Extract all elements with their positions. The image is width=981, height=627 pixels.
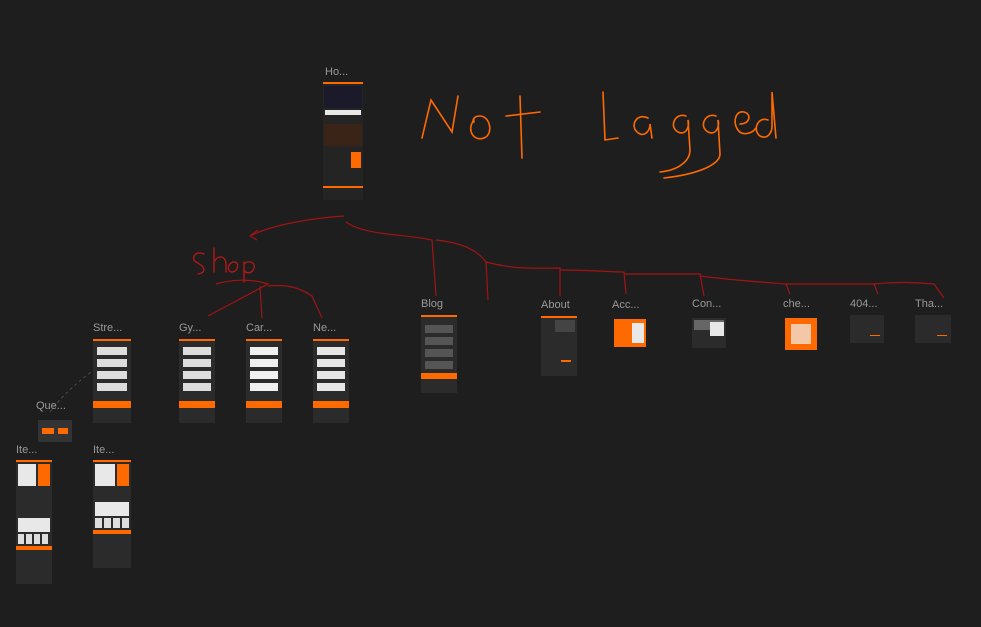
frame-thumbnail xyxy=(16,460,52,584)
frame-thumbnail xyxy=(692,318,726,348)
frame-label: Con... xyxy=(692,298,722,310)
frame-thumbnail xyxy=(313,339,349,423)
frame-thumbnail xyxy=(785,318,817,350)
flow-connectors xyxy=(207,215,945,319)
frame-label: Ite... xyxy=(16,444,38,456)
frame-thumbnail xyxy=(850,315,884,343)
frame-label: Blog xyxy=(421,298,444,310)
design-canvas[interactable]: Ho... Blog About Acc... Con... che... 40… xyxy=(0,0,981,627)
shop-scribble xyxy=(192,247,256,283)
frame-label: che... xyxy=(783,298,810,310)
frame-thumbnail xyxy=(915,315,951,343)
annotation-layer xyxy=(49,91,945,413)
frame-label: Tha... xyxy=(915,298,944,310)
frame-label: Ite... xyxy=(93,444,115,456)
frame-label: Ho... xyxy=(325,66,349,78)
frame-thumbnail xyxy=(38,420,72,442)
frame-thumbnail xyxy=(93,339,131,423)
frame-label: Acc... xyxy=(612,299,640,311)
frame-label: 404... xyxy=(850,298,878,310)
frame-label: Stre... xyxy=(93,322,123,334)
frame-label: Ne... xyxy=(313,322,337,334)
frame-thumbnail xyxy=(614,319,646,347)
frame-thumbnail xyxy=(93,460,131,568)
frame-thumbnail xyxy=(179,339,215,423)
frame-thumbnail xyxy=(246,339,282,423)
frame-label: Car... xyxy=(246,322,273,334)
frame-thumbnail xyxy=(421,315,457,393)
frame-label: Gy... xyxy=(179,322,202,334)
frame-thumbnail xyxy=(541,316,577,376)
frame-label: Que... xyxy=(36,400,66,412)
frame-label: About xyxy=(541,299,570,311)
frame-thumbnail xyxy=(323,82,363,200)
not-lagged-scribble xyxy=(421,91,777,179)
